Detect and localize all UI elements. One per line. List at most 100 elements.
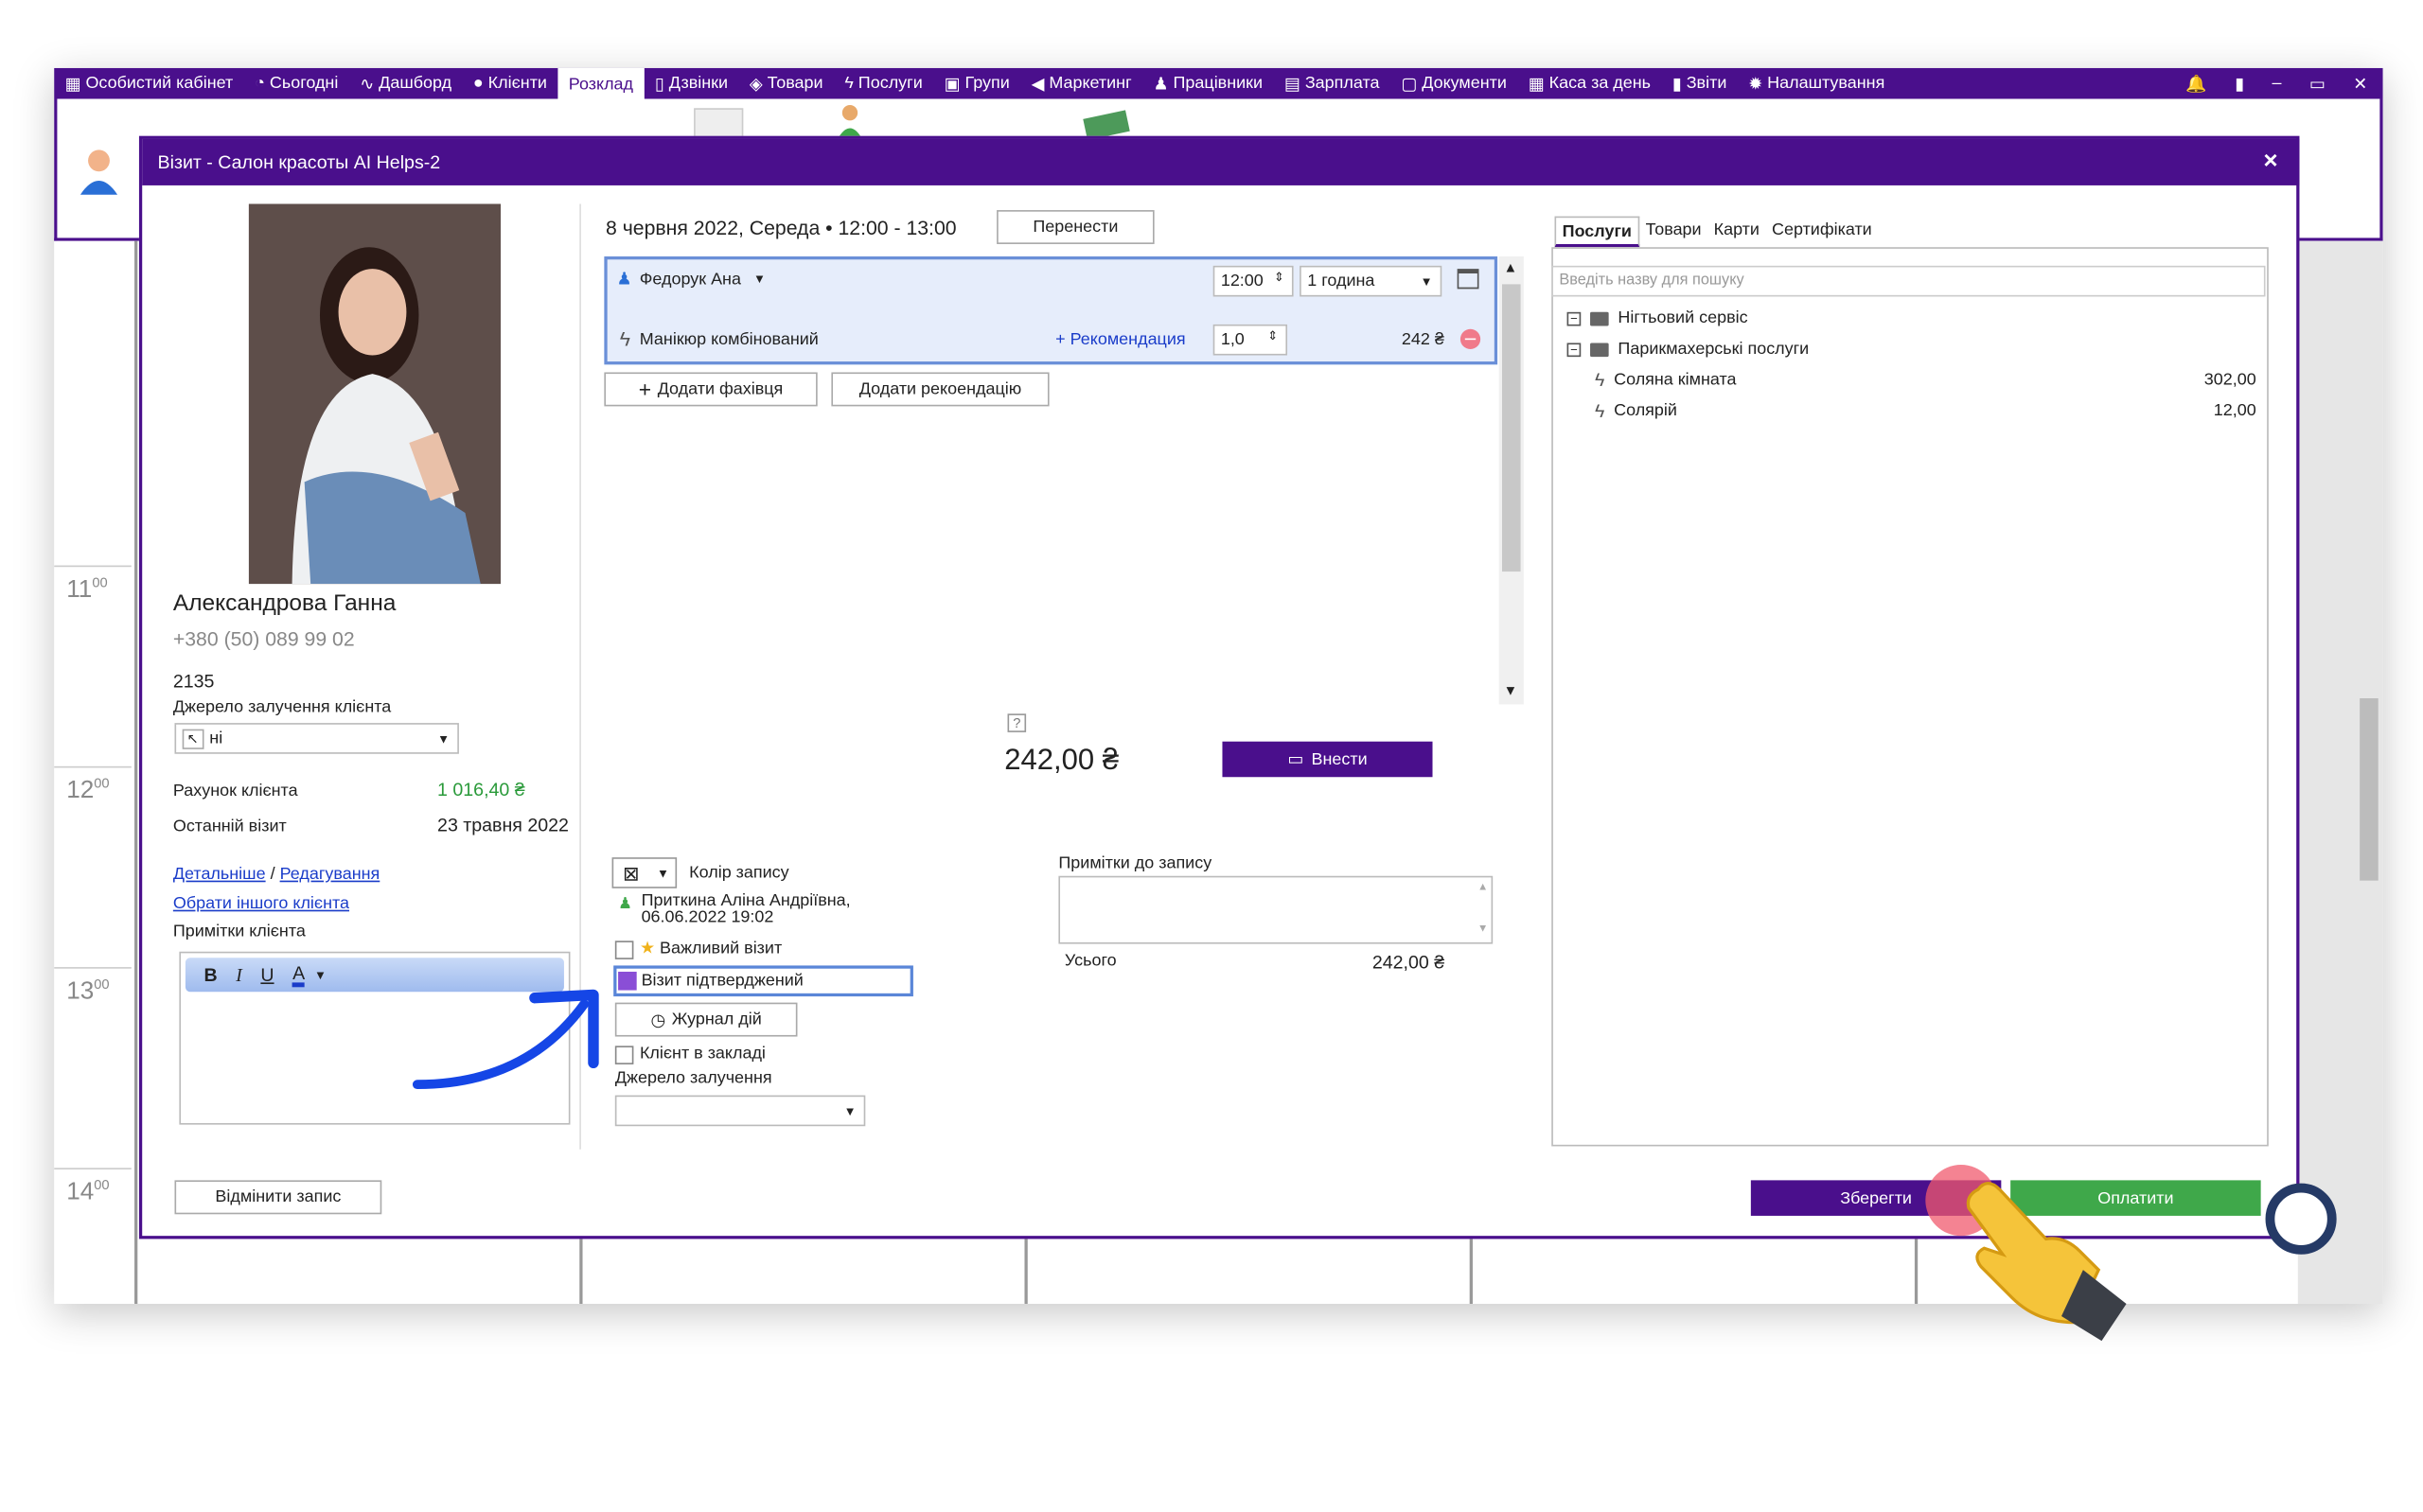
menu-item-3[interactable]: ● Клієнти xyxy=(462,68,557,99)
tree-item[interactable]: ϟ Солярій 12,00 xyxy=(1551,396,2265,427)
staff-icon[interactable] xyxy=(835,102,866,139)
menu-item-label: Працівники xyxy=(1173,74,1264,93)
bolt-icon: ϟ xyxy=(844,74,854,93)
chat-icon[interactable] xyxy=(2265,1183,2337,1255)
menu-item-label: Розклад xyxy=(568,76,634,95)
menu-item-label: Сьогодні xyxy=(269,74,339,93)
tree-folder[interactable]: − Парикмахерські послуги xyxy=(1551,334,2265,365)
duration-select[interactable]: 1 година ▼ xyxy=(1300,265,1442,297)
tab-services[interactable]: Послуги xyxy=(1554,216,1640,248)
source-icon: ↖ xyxy=(182,728,203,749)
last-visit-label: Останній візит xyxy=(172,817,287,836)
deposit-button[interactable]: ▭ Внести xyxy=(1222,741,1433,778)
edit-link[interactable]: Редагування xyxy=(280,865,380,884)
font-color-button[interactable]: A xyxy=(292,963,306,987)
menu-item-label: Налаштування xyxy=(1767,74,1885,93)
tab-goods[interactable]: Товари xyxy=(1639,217,1707,248)
bell-icon[interactable]: 🔔 xyxy=(2185,74,2206,94)
catalog-search-input[interactable]: Введіть назву для пошуку xyxy=(1551,265,2266,297)
chevron-down-icon[interactable]: ▼ xyxy=(314,968,327,982)
menu-item-7[interactable]: ϟ Послуги xyxy=(834,68,933,99)
window-controls: 🔔 ▮ – ▭ ✕ xyxy=(2185,74,2382,94)
menu-item-15[interactable]: ✹ Налаштування xyxy=(1738,68,1896,99)
menu-item-11[interactable]: ▤ Зарплата xyxy=(1273,68,1389,99)
menu-item-8[interactable]: ▣ Групи xyxy=(933,68,1020,99)
menu-item-13[interactable]: ▦ Каса за день xyxy=(1517,68,1661,99)
menu-item-6[interactable]: ◈ Товари xyxy=(738,68,833,99)
user-avatar-icon[interactable] xyxy=(76,145,122,198)
chevron-down-icon[interactable]: ▼ xyxy=(1504,683,1518,698)
service-row: ♟ Федорук Ана ▼ 12:00 ⇕ 1 година ▼ ϟ Манік… xyxy=(604,256,1498,365)
add-recommendation-link[interactable]: + Рекомендация xyxy=(1055,330,1185,349)
star-icon: ★ xyxy=(639,939,656,958)
time-stepper[interactable]: 12:00 ⇕ xyxy=(1212,265,1294,297)
tab-cards[interactable]: Карти xyxy=(1707,217,1765,248)
visit-confirmed-checkbox[interactable]: Візит підтверджений xyxy=(613,965,913,997)
grid-scroll-area[interactable] xyxy=(2297,240,2383,1304)
tree-folder[interactable]: − Нігтьовий сервіс xyxy=(1551,303,2265,334)
menu-item-0[interactable]: ▦ Особистий кабінет xyxy=(54,68,244,99)
close-icon[interactable]: ✕ xyxy=(2353,74,2367,94)
scrollbar-thumb[interactable] xyxy=(1501,284,1521,572)
menu-item-14[interactable]: ▮ Звіти xyxy=(1661,68,1737,99)
qty-stepper[interactable]: 1,0 ⇕ xyxy=(1212,324,1288,356)
client-in-venue-label: Клієнт в закладі xyxy=(639,1044,766,1064)
tree-item[interactable]: ϟ Соляна кімната 302,00 xyxy=(1551,364,2265,396)
tab-certificates[interactable]: Сертифікати xyxy=(1765,217,1878,248)
person-icon: ♟ xyxy=(616,270,632,290)
minimize-icon[interactable]: – xyxy=(2272,74,2281,94)
bold-button[interactable]: B xyxy=(204,964,218,986)
cancel-visit-button[interactable]: Відмінити запис xyxy=(174,1180,382,1215)
visit-source-select[interactable]: ▼ xyxy=(614,1095,866,1127)
menu-item-2[interactable]: ∿ Дашборд xyxy=(349,68,463,99)
important-visit-checkbox[interactable] xyxy=(614,941,634,959)
services-scrollbar[interactable]: ▲ ▼ xyxy=(1498,256,1524,705)
client-phone: +380 (50) 089 99 02 xyxy=(172,626,355,651)
menu-item-label: Звіти xyxy=(1686,74,1727,93)
action-log-button[interactable]: ◷ Журнал дій xyxy=(614,1002,798,1037)
calendar-icon[interactable] xyxy=(1457,269,1479,290)
menu-item-12[interactable]: ▢ Документи xyxy=(1390,68,1517,99)
visit-notes-input[interactable]: ▲ ▼ xyxy=(1058,875,1494,944)
menu-item-1[interactable]: ◔ Сьогодні xyxy=(244,68,349,99)
menu-item-4[interactable]: Розклад xyxy=(557,67,645,102)
menu-item-9[interactable]: ◀ Маркетинг xyxy=(1020,68,1142,99)
help-icon[interactable]: ? xyxy=(1007,713,1027,732)
reschedule-button[interactable]: Перенести xyxy=(997,210,1155,244)
record-color-select[interactable]: ⊠ ▼ xyxy=(611,857,678,888)
scrollbar-thumb[interactable] xyxy=(2360,697,2379,881)
hour-label: 1300 xyxy=(66,976,110,1005)
calendar-icon[interactable] xyxy=(694,108,744,139)
document-icon: ▢ xyxy=(1401,75,1418,94)
sum-value: 242,00 ₴ xyxy=(1371,951,1445,974)
underline-button[interactable]: U xyxy=(260,964,274,986)
add-recommendation-button[interactable]: Додати рекоендацію xyxy=(831,372,1050,407)
phone-icon: ▯ xyxy=(654,75,664,94)
client-code: 2135 xyxy=(172,670,215,693)
expand-icon[interactable]: − xyxy=(1566,310,1582,325)
expand-icon[interactable]: − xyxy=(1566,342,1582,357)
close-icon[interactable]: × xyxy=(2263,149,2277,176)
clock-icon: ◔ xyxy=(255,74,265,93)
menu-item-5[interactable]: ▯ Дзвінки xyxy=(644,68,738,99)
catalog-tree: − Нігтьовий сервіс − Парикмахерські посл… xyxy=(1551,303,2265,427)
add-specialist-button[interactable]: + Додати фахівця xyxy=(604,372,818,407)
chevron-up-icon[interactable]: ▲ xyxy=(1504,259,1518,274)
menu-item-label: Особистий кабінет xyxy=(85,74,234,93)
client-photo xyxy=(248,203,501,585)
lock-icon[interactable]: ▮ xyxy=(2235,74,2244,94)
choose-other-client-link[interactable]: Обрати іншого клієнта xyxy=(173,894,349,913)
menu-item-label: Зарплата xyxy=(1304,74,1380,93)
details-link[interactable]: Детальніше xyxy=(173,865,266,884)
remove-icon[interactable] xyxy=(1459,328,1481,349)
pulse-icon: ∿ xyxy=(360,75,375,94)
visit-datetime: 8 червня 2022, Середа • 12:00 - 13:00 xyxy=(606,216,957,240)
plus-icon: + xyxy=(638,377,652,402)
no-color-icon: ⊠ xyxy=(622,862,640,886)
restore-icon[interactable]: ▭ xyxy=(2309,74,2326,94)
specialist-select[interactable]: ♟ Федорук Ана ▼ xyxy=(616,269,766,289)
menu-item-10[interactable]: ♟ Працівники xyxy=(1142,68,1273,99)
italic-button[interactable]: I xyxy=(236,963,242,986)
client-source-select[interactable]: ↖ ні ▼ xyxy=(174,723,459,754)
chevron-down-icon: ▼ xyxy=(437,731,451,747)
